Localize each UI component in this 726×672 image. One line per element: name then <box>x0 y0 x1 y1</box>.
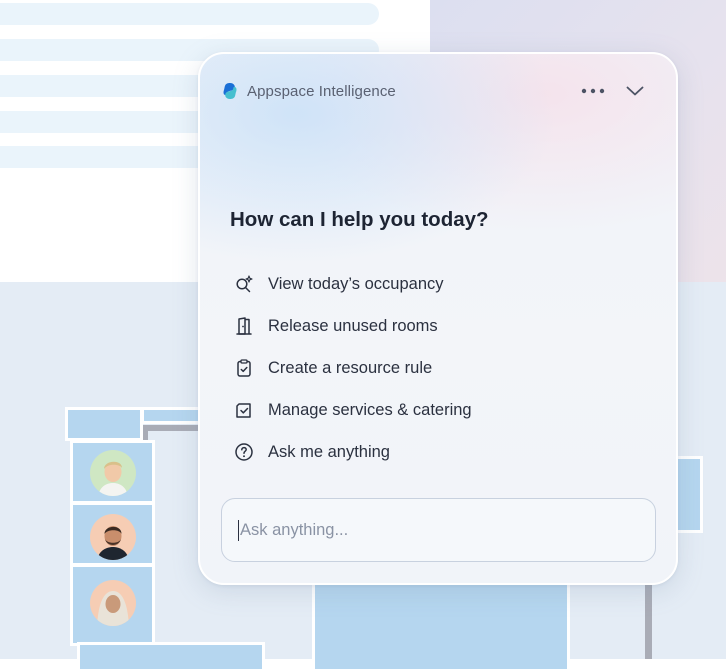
suggestion-release-rooms[interactable]: Release unused rooms <box>234 305 472 347</box>
chevron-down-icon <box>626 86 644 96</box>
more-options-button[interactable] <box>580 80 606 102</box>
text-caret <box>238 519 239 541</box>
assistant-panel: Appspace Intelligence How can I help you… <box>198 52 678 585</box>
suggestion-view-occupancy[interactable]: View today’s occupancy <box>234 263 472 305</box>
floor-plan-room[interactable] <box>65 407 143 441</box>
suggestion-label: Create a resource rule <box>268 358 433 377</box>
door-icon <box>234 316 254 336</box>
suggestion-list: View today’s occupancy Release unused ro… <box>234 263 472 473</box>
suggestion-label: View today’s occupancy <box>268 274 444 293</box>
clipboard-check-icon <box>234 358 254 378</box>
appspace-logo-icon <box>223 83 237 99</box>
floor-plan-room[interactable] <box>141 407 201 424</box>
header-actions <box>580 80 648 102</box>
avatar[interactable] <box>90 580 136 626</box>
floor-plan-wall <box>645 585 652 659</box>
greeting-heading: How can I help you today? <box>230 208 489 231</box>
suggestion-label: Ask me anything <box>268 442 390 461</box>
panel-title: Appspace Intelligence <box>247 82 396 100</box>
floor-plan-wall <box>142 425 202 431</box>
floor-plan-room[interactable] <box>675 456 703 533</box>
floor-plan-room[interactable] <box>77 642 265 672</box>
avatar[interactable] <box>90 514 136 560</box>
search-sparkle-icon <box>234 274 254 294</box>
suggestion-label: Release unused rooms <box>268 316 438 335</box>
placeholder-line <box>0 146 220 168</box>
placeholder-line <box>0 75 220 97</box>
placeholder-line <box>0 111 220 133</box>
avatar[interactable] <box>90 450 136 496</box>
suggestion-ask-anything[interactable]: Ask me anything <box>234 431 472 473</box>
more-horizontal-icon <box>581 88 605 94</box>
suggestion-create-rule[interactable]: Create a resource rule <box>234 347 472 389</box>
panel-header: Appspace Intelligence <box>222 80 648 102</box>
chat-input[interactable] <box>240 520 640 540</box>
help-circle-icon <box>234 442 254 462</box>
collapse-button[interactable] <box>622 80 648 102</box>
catering-box-icon <box>234 400 254 420</box>
suggestion-label: Manage services & catering <box>268 400 472 419</box>
chat-input-box[interactable] <box>221 498 656 562</box>
suggestion-manage-catering[interactable]: Manage services & catering <box>234 389 472 431</box>
placeholder-line <box>0 3 379 25</box>
